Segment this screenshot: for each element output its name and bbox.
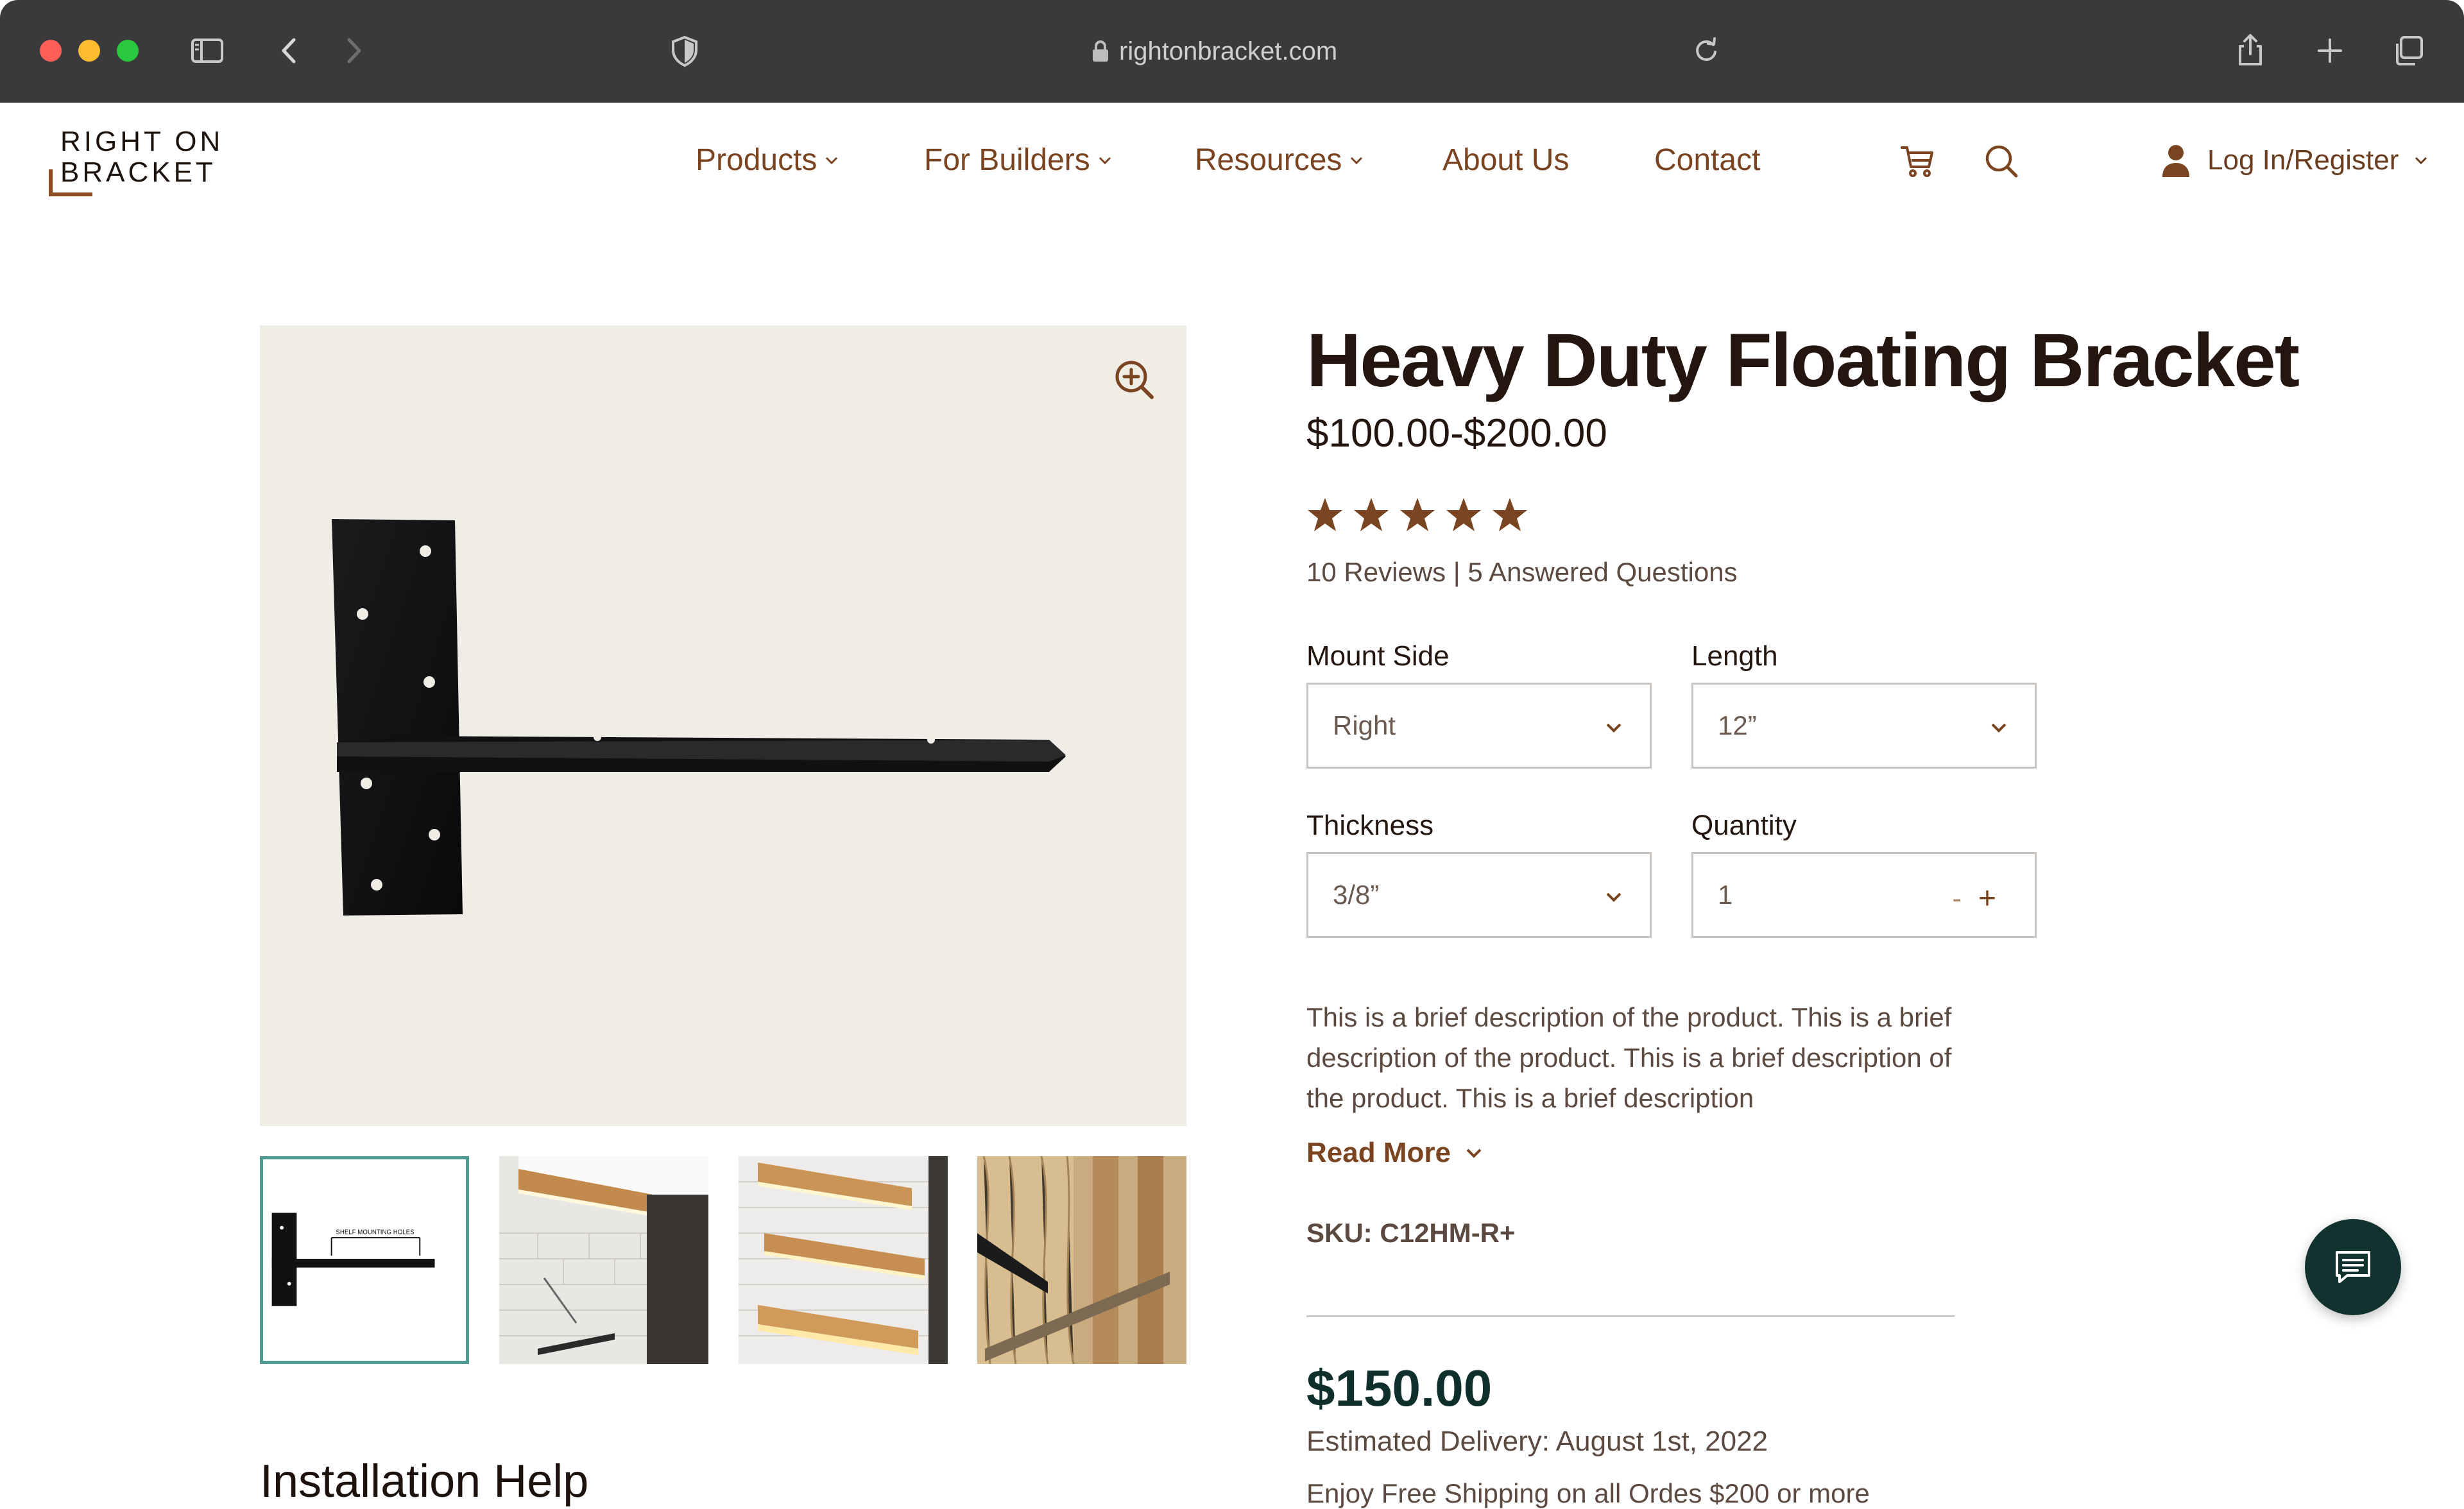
- chevron-down-icon: [1606, 892, 1621, 902]
- thumbnail-caption: SHELF MOUNTING HOLES: [336, 1229, 415, 1236]
- user-icon: [2162, 145, 2189, 177]
- quantity-controls: - +: [1952, 881, 1996, 916]
- forward-icon[interactable]: [334, 31, 373, 71]
- chat-icon: [2336, 1251, 2370, 1283]
- search-icon[interactable]: [1981, 141, 2021, 181]
- product-sku: SKU: C12HM-R+: [1306, 1218, 1516, 1248]
- reload-icon[interactable]: [1686, 31, 1726, 71]
- nav-for-builders-label: For Builders: [924, 143, 1090, 177]
- chevron-down-icon: [2415, 157, 2427, 165]
- section-divider: [1306, 1315, 1955, 1317]
- free-shipping-note: Enjoy Free Shipping on all Ordes $200 or…: [1306, 1478, 1870, 1508]
- reviews-link[interactable]: 10 Reviews | 5 Answered Questions: [1306, 557, 1738, 588]
- gallery-thumbnail-3[interactable]: [739, 1156, 948, 1364]
- site-logo[interactable]: RIGHT ON BRACKET: [45, 123, 231, 207]
- logo-bracket-mark: [49, 169, 92, 196]
- chevron-down-icon: [1099, 157, 1111, 164]
- nav-resources[interactable]: Resources: [1195, 142, 1364, 178]
- close-window-button[interactable]: [40, 40, 62, 62]
- nav-contact[interactable]: Contact: [1654, 142, 1760, 178]
- tabs-overview-icon[interactable]: [2388, 31, 2428, 71]
- length-select[interactable]: 12”: [1691, 683, 2037, 769]
- read-more-button[interactable]: Read More: [1306, 1137, 1483, 1169]
- chevron-down-icon: [1466, 1148, 1482, 1158]
- nav-contact-label: Contact: [1654, 143, 1761, 177]
- nav-products[interactable]: Products: [696, 142, 839, 178]
- share-icon[interactable]: [2230, 31, 2270, 71]
- url-text: rightonbracket.com: [1119, 37, 1338, 65]
- chevron-down-icon: [826, 157, 838, 164]
- cart-icon[interactable]: [1898, 141, 1938, 181]
- star-icon: [1400, 498, 1435, 531]
- star-rating[interactable]: [1306, 497, 1528, 533]
- star-icon: [1308, 498, 1342, 531]
- nav-about-us-label: About Us: [1442, 143, 1570, 177]
- gallery-thumbnail-4[interactable]: [977, 1156, 1186, 1364]
- zoom-in-icon[interactable]: [1112, 357, 1157, 402]
- star-icon: [1446, 498, 1481, 531]
- gallery-thumbnail-1[interactable]: SHELF MOUNTING HOLES: [260, 1156, 469, 1364]
- quantity-stepper[interactable]: 1 - +: [1691, 852, 2037, 938]
- thickness-select[interactable]: 3/8”: [1306, 852, 1652, 938]
- product-main-image[interactable]: [260, 325, 1186, 1126]
- bracket-photo: [332, 519, 1066, 916]
- login-register-label: Log In/Register: [2207, 144, 2399, 176]
- length-label: Length: [1691, 640, 1778, 672]
- chevron-down-icon: [1351, 157, 1363, 164]
- mount-side-value: Right: [1333, 710, 1396, 740]
- new-tab-icon[interactable]: [2310, 31, 2350, 71]
- gallery-thumbnail-2[interactable]: [499, 1156, 708, 1364]
- login-register-link[interactable]: Log In/Register: [2160, 142, 2428, 178]
- quantity-label: Quantity: [1691, 810, 1797, 841]
- product-price: $150.00: [1306, 1360, 1493, 1417]
- quantity-decrement-button[interactable]: -: [1952, 883, 1962, 915]
- nav-resources-label: Resources: [1195, 143, 1342, 177]
- nav-about-us[interactable]: About Us: [1442, 142, 1569, 178]
- mount-side-label: Mount Side: [1306, 640, 1450, 672]
- length-value: 12”: [1718, 710, 1757, 740]
- chevron-down-icon: [1606, 723, 1621, 733]
- product-title: Heavy Duty Floating Bracket: [1306, 318, 2300, 403]
- read-more-label: Read More: [1306, 1137, 1451, 1168]
- product-description: This is a brief description of the produ…: [1306, 1002, 1952, 1113]
- logo-text-line1: RIGHT ON: [60, 126, 224, 157]
- browser-toolbar: rightonbracket.com: [0, 0, 2464, 103]
- thickness-value: 3/8”: [1333, 880, 1380, 910]
- thickness-label: Thickness: [1306, 810, 1434, 841]
- quantity-value[interactable]: 1: [1718, 880, 1733, 910]
- minimize-window-button[interactable]: [78, 40, 100, 62]
- nav-products-label: Products: [696, 143, 817, 177]
- mount-side-select[interactable]: Right: [1306, 683, 1652, 769]
- shield-icon[interactable]: [665, 31, 705, 71]
- sidebar-icon[interactable]: [187, 31, 227, 71]
- estimated-delivery: Estimated Delivery: August 1st, 2022: [1306, 1426, 1768, 1457]
- chat-button[interactable]: [2305, 1219, 2401, 1315]
- chevron-down-icon: [1991, 723, 2006, 733]
- product-price-range: $100.00-$200.00: [1306, 411, 1607, 456]
- lock-icon: [1093, 40, 1108, 62]
- quantity-increment-button[interactable]: +: [1978, 881, 1996, 916]
- star-icon: [1493, 498, 1527, 531]
- back-icon[interactable]: [270, 31, 309, 71]
- address-bar[interactable]: rightonbracket.com: [1091, 33, 1412, 69]
- nav-for-builders[interactable]: For Builders: [924, 142, 1112, 178]
- installation-help-heading: Installation Help: [260, 1456, 589, 1507]
- zoom-window-button[interactable]: [117, 40, 139, 62]
- star-icon: [1354, 498, 1389, 531]
